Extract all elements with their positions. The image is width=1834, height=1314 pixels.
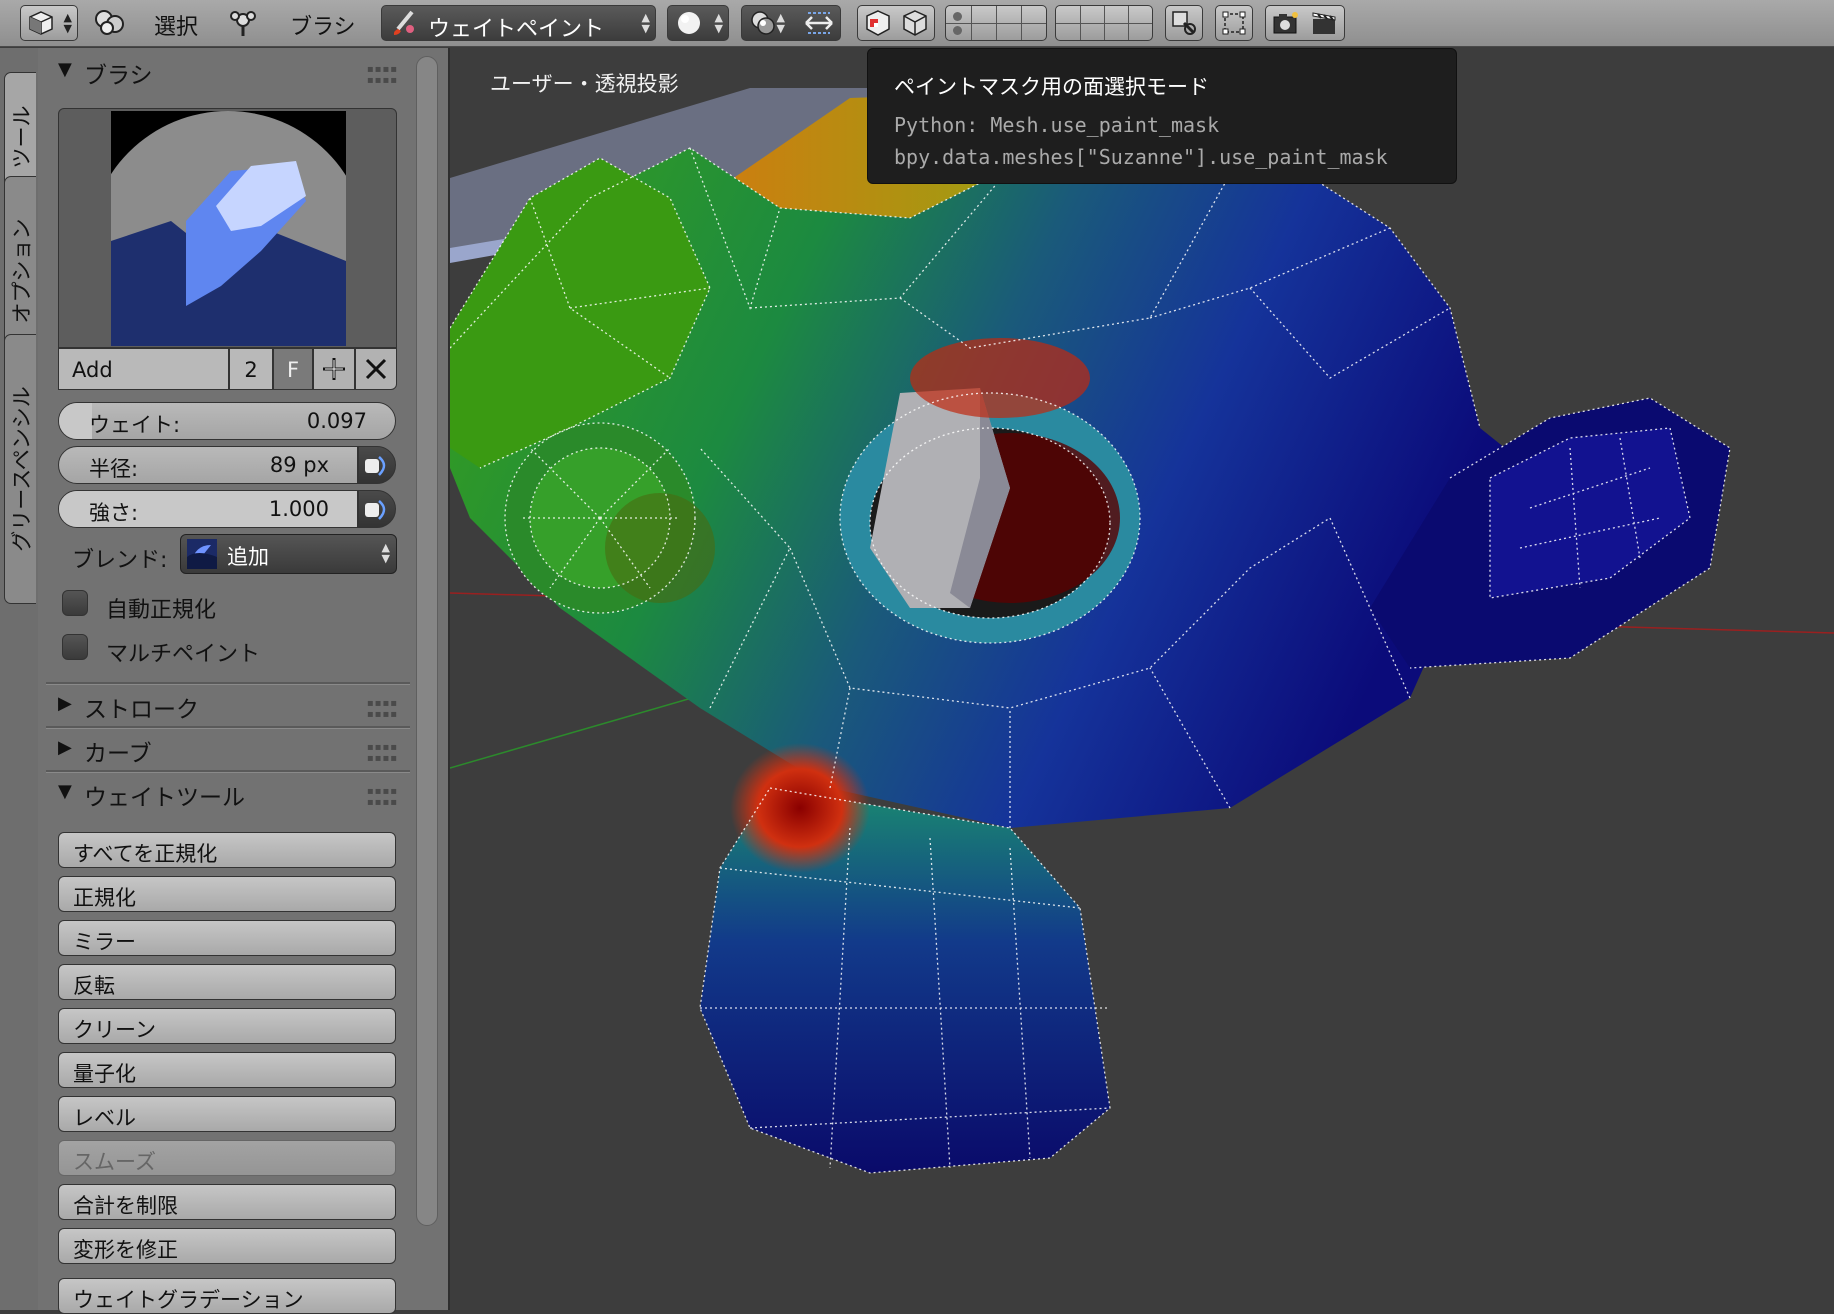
drag-grip-icon[interactable]: ▪▪▪▪ ▪▪▪▪ [367, 64, 398, 86]
suzanne-weight-mesh [450, 88, 1834, 1174]
viewport-shading-button[interactable]: ▲ ▼ [667, 5, 729, 41]
3d-cube-icon [29, 11, 53, 35]
drag-grip-icon[interactable]: ▪▪▪▪ ▪▪▪▪ [367, 742, 398, 764]
brush-panel-header[interactable]: ▼ ブラシ ▪▪▪▪ ▪▪▪▪ [46, 52, 408, 92]
blend-label: ブレンド: [72, 548, 168, 573]
stroke-panel-header[interactable]: ▶ ストローク ▪▪▪▪ ▪▪▪▪ [46, 686, 408, 726]
updown-arrows-icon: ▲ ▼ [63, 11, 72, 35]
strength-slider[interactable]: 強さ: 1.000 [58, 490, 358, 528]
add-brush-button[interactable] [313, 348, 355, 390]
mode-label: ウェイトペイント [428, 17, 605, 42]
weight-tools-panel-header[interactable]: ▼ ウェイトツール ▪▪▪▪ ▪▪▪▪ [46, 774, 408, 814]
tooltip-data-path: bpy.data.meshes["Suzanne"].use_paint_mas… [894, 145, 1388, 169]
auto-normalize-label: 自動正規化 [106, 598, 217, 623]
weight-gradient-button[interactable]: ウェイトグラデーション [58, 1278, 396, 1314]
radius-slider[interactable]: 半径: 89 px [58, 446, 358, 484]
fix-deforms-button[interactable]: 変形を修正 [58, 1228, 396, 1264]
weight-paint-brush-icon [393, 10, 414, 35]
updown-arrows-icon: ▲ ▼ [641, 11, 650, 35]
expanded-triangle-icon: ▼ [58, 781, 72, 802]
vertex-select-mask-icon[interactable] [900, 8, 930, 38]
tool-shelf-tabs: ツール オプション グリースペンシル [0, 48, 38, 1310]
layers-group-2[interactable] [1055, 5, 1153, 41]
auto-normalize-checkbox[interactable] [62, 590, 88, 616]
multi-paint-checkbox[interactable] [62, 634, 88, 660]
weight-slider-fill [59, 403, 92, 439]
collapsed-triangle-icon: ▶ [58, 737, 72, 758]
radius-pressure-button[interactable] [358, 446, 396, 484]
editor-type-button[interactable]: ▲ ▼ [20, 5, 78, 41]
updown-arrows-icon: ▲ ▼ [381, 541, 390, 565]
drag-grip-icon[interactable]: ▪▪▪▪ ▪▪▪▪ [367, 786, 398, 808]
normalize-button[interactable]: 正規化 [58, 876, 396, 912]
panel-separator [46, 682, 410, 685]
close-x-icon [365, 358, 387, 380]
pressure-pen-icon [365, 500, 386, 520]
tooltip-title: ペイントマスク用の面選択モード [894, 75, 1209, 99]
chain-link-icon [1172, 11, 1196, 35]
face-select-mask-icon[interactable] [863, 8, 893, 38]
limit-total-button[interactable]: 合計を制限 [58, 1184, 396, 1220]
multi-paint-label: マルチペイント [106, 642, 261, 667]
tab-grease-pencil[interactable]: グリースペンシル [4, 334, 36, 604]
clapperboard-icon[interactable] [1309, 9, 1339, 37]
render-group [1265, 5, 1345, 41]
view-menu-icon[interactable] [93, 8, 127, 38]
pivot-point-icon[interactable] [748, 8, 778, 38]
levels-button[interactable]: レベル [58, 1096, 396, 1132]
snap-grid-icon [1222, 11, 1246, 35]
viewport-view-label: ユーザー・透視投影 [490, 72, 679, 96]
quantize-button[interactable]: 量子化 [58, 1052, 396, 1088]
manipulator-arrows-icon[interactable] [802, 8, 836, 38]
blend-mode-icon [187, 539, 217, 569]
normalize-all-button[interactable]: すべてを正規化 [58, 832, 396, 868]
curve-panel-header[interactable]: ▶ カーブ ▪▪▪▪ ▪▪▪▪ [46, 730, 408, 770]
snap-button[interactable] [1215, 5, 1253, 41]
brush-menu[interactable]: ブラシ [290, 9, 356, 41]
updown-arrows-icon: ▲ ▼ [714, 11, 723, 35]
brush-users-count[interactable]: 2 [229, 348, 273, 390]
weight-slider[interactable]: ウェイト: 0.097 [58, 402, 396, 440]
brush-thumbnail-image [111, 111, 346, 346]
invert-button[interactable]: 反転 [58, 964, 396, 1000]
fake-user-button[interactable]: F [273, 348, 313, 390]
clean-button[interactable]: クリーン [58, 1008, 396, 1044]
pivot-manipulator-group: ▲ ▼ [741, 5, 841, 41]
brush-menu-icon[interactable] [228, 8, 258, 38]
tooltip: ペイントマスク用の面選択モード Python: Mesh.use_paint_m… [867, 48, 1457, 184]
panel-separator [46, 726, 410, 729]
panel-separator [46, 770, 410, 773]
smooth-button: スムーズ [58, 1140, 396, 1176]
3d-viewport[interactable]: ユーザー・透視投影 [450, 48, 1834, 1310]
solid-sphere-icon [678, 12, 700, 34]
blend-dropdown[interactable]: 追加 ▲ ▼ [180, 534, 397, 574]
layers-group-1[interactable] [945, 5, 1047, 41]
brush-name-field[interactable]: Add [58, 348, 229, 390]
expanded-triangle-icon: ▼ [58, 59, 72, 80]
tooltip-python: Python: Mesh.use_paint_mask [894, 113, 1220, 137]
strength-pressure-button[interactable] [358, 490, 396, 528]
panel-scrollbar[interactable] [416, 56, 438, 1226]
select-menu[interactable]: 選択 [154, 9, 198, 41]
mirror-button[interactable]: ミラー [58, 920, 396, 956]
paint-mask-group [857, 5, 935, 41]
brush-preview[interactable] [58, 108, 397, 348]
header-bar: ▲ ▼ 選択 ブラシ ウェイトペイント ▲ ▼ ▲ ▼ ▲ ▼ [0, 0, 1834, 47]
unlink-brush-button[interactable] [355, 348, 397, 390]
collapsed-triangle-icon: ▶ [58, 693, 72, 714]
plus-icon [323, 358, 345, 380]
pressure-pen-icon [365, 456, 386, 476]
updown-arrows-icon: ▲ ▼ [776, 11, 785, 35]
lock-camera-button[interactable] [1165, 5, 1203, 41]
layer-dot-icon [953, 26, 962, 35]
layer-dot-icon [953, 12, 962, 21]
drag-grip-icon[interactable]: ▪▪▪▪ ▪▪▪▪ [367, 698, 398, 720]
camera-render-icon[interactable] [1271, 9, 1301, 37]
mode-selector[interactable]: ウェイトペイント ▲ ▼ [381, 5, 656, 42]
